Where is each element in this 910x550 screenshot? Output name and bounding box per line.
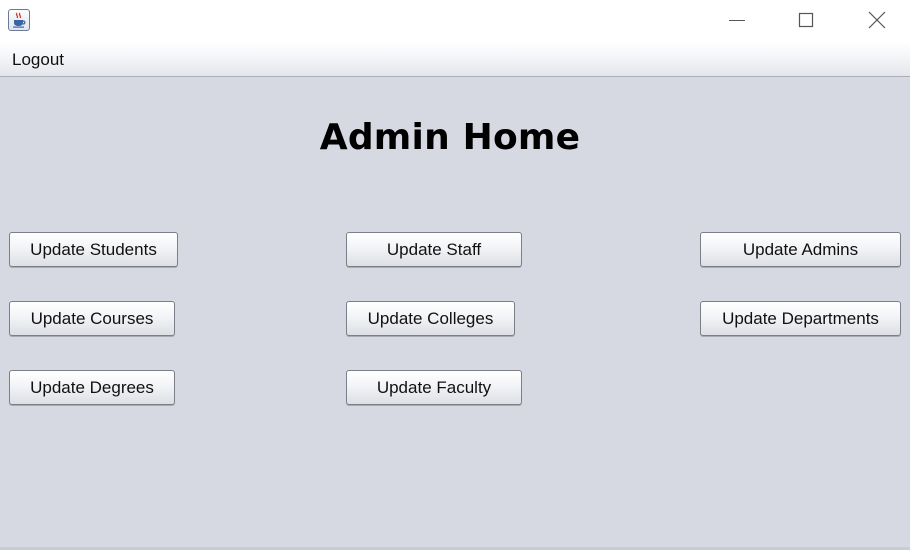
- title-bar[interactable]: [0, 0, 910, 42]
- menu-item-logout[interactable]: Logout: [4, 46, 72, 72]
- minimize-icon: [729, 20, 745, 21]
- app-window: Logout Admin Home Update Students Update…: [0, 0, 910, 550]
- update-courses-button[interactable]: Update Courses: [9, 301, 175, 336]
- update-admins-button[interactable]: Update Admins: [700, 232, 901, 267]
- minimize-button[interactable]: [714, 0, 760, 40]
- maximize-button[interactable]: [783, 0, 829, 40]
- menu-bar: Logout: [0, 42, 910, 77]
- page-title: Admin Home: [319, 117, 581, 158]
- close-icon: [868, 11, 886, 29]
- update-staff-button[interactable]: Update Staff: [346, 232, 522, 267]
- update-faculty-button[interactable]: Update Faculty: [346, 370, 522, 405]
- admin-home-panel: Admin Home Update Students Update Staff …: [0, 77, 910, 547]
- java-cup-icon[interactable]: [8, 9, 30, 31]
- update-colleges-button[interactable]: Update Colleges: [346, 301, 515, 336]
- update-degrees-button[interactable]: Update Degrees: [9, 370, 175, 405]
- maximize-icon: [798, 12, 814, 28]
- update-students-button[interactable]: Update Students: [9, 232, 178, 267]
- update-departments-button[interactable]: Update Departments: [700, 301, 901, 336]
- close-button[interactable]: [854, 0, 900, 40]
